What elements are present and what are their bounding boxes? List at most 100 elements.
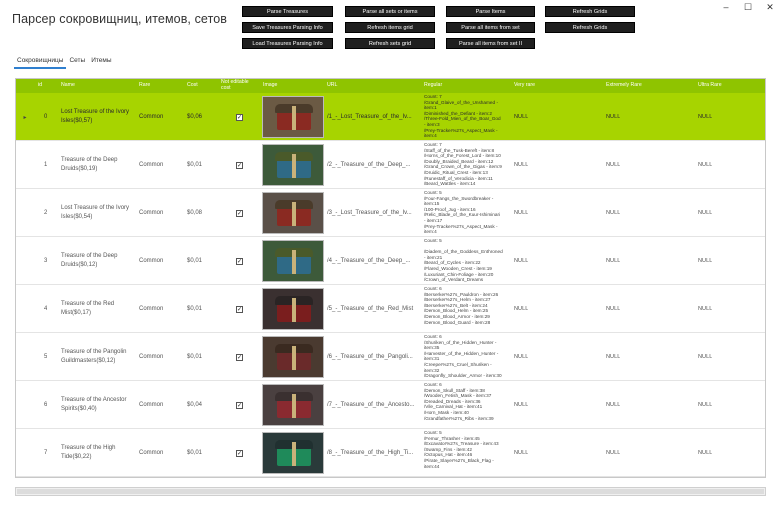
cell-ultra-rare[interactable]: NULL [698,381,712,429]
cell-extremely-rare[interactable]: NULL [606,285,620,333]
cell-very-rare[interactable]: NULL [514,429,528,477]
cell-id[interactable]: 0 [44,93,47,141]
cell-id[interactable]: 7 [44,429,47,477]
cell-cost[interactable]: $0,01 [187,141,202,189]
cell-name[interactable]: Treasure of the Pangolin Guildmasters($0… [61,348,133,367]
table-row[interactable]: 5 Treasure of the Pangolin Guildmasters($… [16,333,765,381]
cell-cost[interactable]: $0,04 [187,381,202,429]
col-header-not-editable-cost[interactable]: Not editable cost [221,79,257,93]
cell-very-rare[interactable]: NULL [514,93,528,141]
cell-very-rare[interactable]: NULL [514,237,528,285]
cell-very-rare[interactable]: NULL [514,189,528,237]
cell-very-rare[interactable]: NULL [514,381,528,429]
cell-cost[interactable]: $0,01 [187,285,202,333]
cell-regular[interactable]: Count: 6 /Shuriken_of_the_Hidden_Hunter … [424,333,514,381]
col-header-rare[interactable]: Rare [139,79,150,93]
cell-extremely-rare[interactable]: NULL [606,237,620,285]
cell-url[interactable]: /8_-_Treasure_of_the_High_Ti... [327,429,422,477]
table-row[interactable]: 6 Treasure of the Ancestor Spirits($0,40)… [16,381,765,429]
cell-name[interactable]: Lost Treasure of the Ivory Isles($0,57) [61,108,133,127]
row-header[interactable] [16,189,34,237]
cell-ultra-rare[interactable]: NULL [698,189,712,237]
cell-url[interactable]: /6_-_Treasure_of_the_Pangoli... [327,333,422,381]
cell-cost[interactable]: $0,01 [187,333,202,381]
not-editable-cost-checkbox[interactable]: ✓ [236,353,243,361]
table-row[interactable]: 3 Treasure of the Deep Druids($0,12) Commo… [16,237,765,285]
col-header-image[interactable]: Image [263,79,277,93]
cell-url[interactable]: /5_-_Treasure_of_the_Red_Mist [327,285,422,333]
load-treasures-info-button[interactable]: Load Treasures Parsing Info [242,38,333,49]
parse-items-button[interactable]: Parse Items [446,6,535,17]
cell-rare[interactable]: Common [139,141,163,189]
cell-id[interactable]: 5 [44,333,47,381]
cell-name[interactable]: Treasure of the Deep Druids($0,19) [61,156,133,175]
cell-name[interactable]: Lost Treasure of the Ivory Isles($0,54) [61,204,133,223]
cell-very-rare[interactable]: NULL [514,141,528,189]
cell-cost[interactable]: $0,08 [187,189,202,237]
cell-cost[interactable]: $0,01 [187,429,202,477]
col-header-ultra-rare[interactable]: Ultra Rare [698,79,722,93]
cell-ultra-rare[interactable]: NULL [698,141,712,189]
cell-name[interactable]: Treasure of the High Tide($0,22) [61,444,133,463]
cell-rare[interactable]: Common [139,429,163,477]
cell-name[interactable]: Treasure of the Red Mist($0,17) [61,300,133,319]
row-header[interactable] [16,141,34,189]
cell-name[interactable]: Treasure of the Ancestor Spirits($0,40) [61,396,133,415]
col-header-extremely-rare[interactable]: Extremely Rare [606,79,642,93]
cell-cost[interactable]: $0,01 [187,237,202,285]
cell-url[interactable]: /7_-_Treasure_of_the_Ancesto... [327,381,422,429]
horizontal-scrollbar[interactable] [15,487,766,496]
cell-extremely-rare[interactable]: NULL [606,429,620,477]
col-header-cost[interactable]: Cost [187,79,198,93]
cell-id[interactable]: 2 [44,189,47,237]
refresh-items-grid-button[interactable]: Refresh items grid [345,22,435,33]
cell-rare[interactable]: Common [139,285,163,333]
cell-url[interactable]: /2_-_Treasure_of_the_Deep_... [327,141,422,189]
cell-url[interactable]: /3_-_Lost_Treasure_of_the_Iv... [327,189,422,237]
refresh-grids-button-2[interactable]: Refresh Grids [545,22,635,33]
cell-id[interactable]: 3 [44,237,47,285]
cell-ultra-rare[interactable]: NULL [698,333,712,381]
col-header-regular[interactable]: Regular [424,79,442,93]
minimize-button[interactable]: – [720,2,732,12]
table-row[interactable]: 2 Lost Treasure of the Ivory Isles($0,54)… [16,189,765,237]
tab-sets[interactable]: Сеты [66,57,88,69]
cell-regular[interactable]: Count: 5 /Femur_Thrasher - item:45 /Exca… [424,429,514,477]
not-editable-cost-checkbox[interactable]: ✓ [236,257,243,265]
row-header[interactable] [16,285,34,333]
cell-rare[interactable]: Common [139,93,163,141]
tab-treasuries[interactable]: Сокровищницы [14,57,67,69]
row-header[interactable]: ▸ [16,93,34,141]
not-editable-cost-checkbox[interactable]: ✓ [236,113,243,121]
row-header[interactable] [16,429,34,477]
cell-regular[interactable]: Count: 5 /Four-Fangs_the_Swordbreaker - … [424,189,514,237]
not-editable-cost-checkbox[interactable]: ✓ [236,161,243,169]
cell-rare[interactable]: Common [139,237,163,285]
cell-id[interactable]: 1 [44,141,47,189]
refresh-sets-grid-button[interactable]: Refresh sets grid [345,38,435,49]
cell-regular[interactable]: Count: 7 /Grand_Glaive_of_the_Unshamed -… [424,93,514,141]
refresh-grids-button[interactable]: Refresh Grids [545,6,635,17]
cell-regular[interactable]: Count: 6 /Demon_Skull_Staff - item:38 /W… [424,381,514,429]
cell-id[interactable]: 4 [44,285,47,333]
not-editable-cost-checkbox[interactable]: ✓ [236,209,243,217]
tab-items[interactable]: Итемы [88,57,114,69]
cell-regular[interactable]: Count: 7 /Staff_of_the_Tusk-Bereft - ite… [424,141,514,189]
not-editable-cost-checkbox[interactable]: ✓ [236,401,243,409]
not-editable-cost-checkbox[interactable]: ✓ [236,305,243,313]
not-editable-cost-checkbox[interactable]: ✓ [236,449,243,457]
cell-extremely-rare[interactable]: NULL [606,333,620,381]
cell-regular[interactable]: Count: 5 /Diadem_of_the_Goddess_Enthrone… [424,237,514,285]
col-header-name[interactable]: Name [61,79,75,93]
scrollbar-thumb[interactable] [17,489,764,494]
parse-all-sets-or-items-button[interactable]: Parse all sets or items [345,6,435,17]
cell-extremely-rare[interactable]: NULL [606,141,620,189]
cell-cost[interactable]: $0,06 [187,93,202,141]
cell-extremely-rare[interactable]: NULL [606,381,620,429]
cell-ultra-rare[interactable]: NULL [698,237,712,285]
cell-rare[interactable]: Common [139,189,163,237]
cell-id[interactable]: 6 [44,381,47,429]
row-header[interactable] [16,237,34,285]
cell-regular[interactable]: Count: 6 /Berserker%27s_Pauldron - item:… [424,285,514,333]
table-row[interactable]: ▸ 0 Lost Treasure of the Ivory Isles($0,57… [16,93,765,141]
